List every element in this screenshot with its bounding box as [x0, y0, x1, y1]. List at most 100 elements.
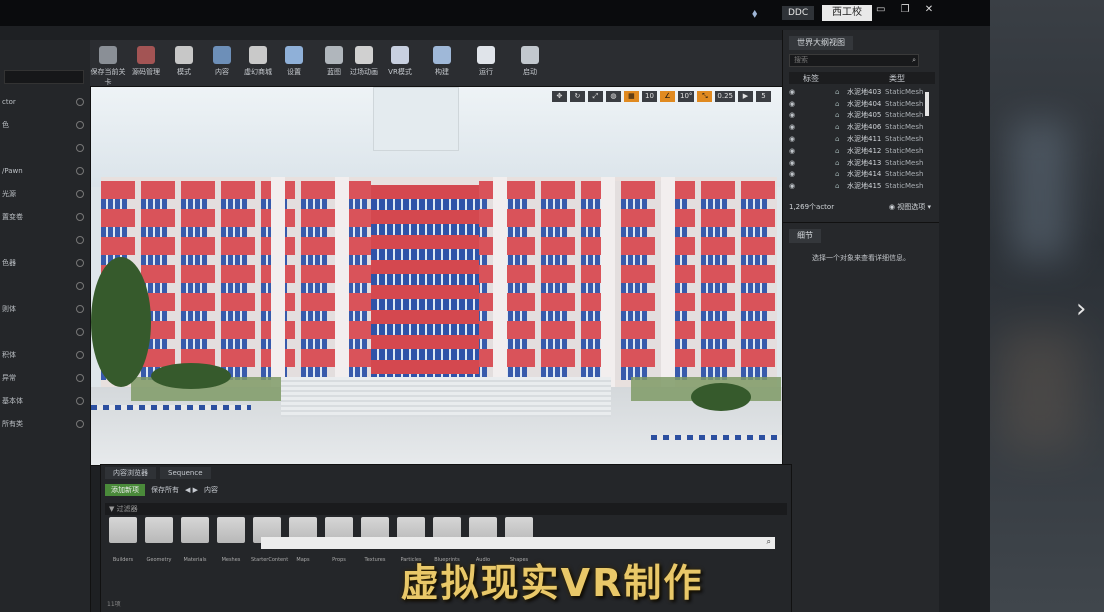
camera-speed-icon[interactable]: ▶: [738, 91, 753, 102]
modes-list-item[interactable]: 所有类: [0, 412, 90, 435]
info-icon: [76, 143, 84, 152]
static-mesh-icon: ⌂: [835, 182, 840, 191]
modes-item-label: 置变卷: [2, 212, 23, 221]
toolbar-save-button[interactable]: 保存当前关卡: [90, 46, 126, 87]
folder-icon[interactable]: [109, 517, 137, 543]
scale-snap-toggle[interactable]: ⤡: [697, 91, 713, 102]
scale-snap-value[interactable]: 0.25: [715, 91, 735, 102]
user-name[interactable]: 西工校: [822, 5, 872, 21]
toolbar-play-button[interactable]: 运行: [468, 46, 504, 77]
search-icon: ⌕: [912, 56, 916, 64]
nav-back-icon[interactable]: ◀ ▶: [185, 486, 198, 494]
outliner-row[interactable]: ◉ ⌂ 水泥地404 StaticMesh: [789, 98, 927, 110]
visibility-eye-icon[interactable]: ◉: [789, 111, 803, 119]
rotation-snap-value[interactable]: 10°: [677, 91, 695, 102]
modes-list-item[interactable]: 异常: [0, 366, 90, 389]
world-local-icon[interactable]: ◍: [605, 91, 621, 102]
path-breadcrumb[interactable]: 内容: [204, 485, 218, 495]
col-label-header[interactable]: 标签: [803, 73, 819, 84]
level-viewport[interactable]: ✥ ↻ ⤢ ◍ ▦ 10 ∠ 10° ⤡ 0.25 ▶ 5: [90, 86, 784, 466]
modes-item-label: 基本体: [2, 396, 23, 405]
modes-search-input[interactable]: [4, 70, 84, 84]
outliner-row[interactable]: ◉ ⌂ 水泥地406 StaticMesh: [789, 121, 927, 133]
modes-list-item[interactable]: [0, 228, 90, 251]
window-controls[interactable]: ▭ ❐ ✕: [876, 4, 939, 15]
outliner-scrollbar[interactable]: [925, 92, 929, 116]
toolbar-content-button[interactable]: 内容: [204, 46, 240, 77]
camera-speed-value[interactable]: 5: [756, 91, 771, 102]
toolbar-cinematics-button[interactable]: 过场动画: [346, 46, 382, 77]
toolbar-build-button[interactable]: 构建: [424, 46, 460, 77]
modes-list-item[interactable]: 积体: [0, 343, 90, 366]
toolbar-modes-button[interactable]: 模式: [166, 46, 202, 77]
actor-type: StaticMesh: [885, 87, 924, 96]
modes-list-item[interactable]: 则体: [0, 297, 90, 320]
visibility-eye-icon[interactable]: ◉: [789, 135, 803, 143]
modes-list-item[interactable]: 光源: [0, 182, 90, 205]
folder-icon[interactable]: [145, 517, 173, 543]
ddc-badge[interactable]: DDC: [782, 6, 815, 20]
notification-icon[interactable]: ⬧: [752, 6, 766, 20]
modes-list-item[interactable]: 色器: [0, 251, 90, 274]
actor-name: 水泥地406: [847, 123, 882, 132]
visibility-eye-icon[interactable]: ◉: [789, 100, 803, 108]
view-options-button[interactable]: ◉ 视图选项 ▾: [889, 202, 931, 212]
toolbar-vr-mode-button[interactable]: VR模式: [382, 46, 418, 77]
modes-list-item[interactable]: /Pawn: [0, 159, 90, 182]
outliner-row[interactable]: ◉ ⌂ 水泥地411 StaticMesh: [789, 133, 927, 145]
modes-list-item[interactable]: 色: [0, 113, 90, 136]
outliner-rows: ◉ ⌂ 水泥地403 StaticMesh ◉ ⌂ 水泥地404 StaticMesh ◉ ⌂ 水泥…: [789, 86, 927, 192]
modes-list-item[interactable]: 置变卷: [0, 205, 90, 228]
folder-icon[interactable]: [181, 517, 209, 543]
translate-icon[interactable]: ✥: [551, 91, 567, 102]
toolbar-launch-button[interactable]: 启动: [512, 46, 548, 77]
toolbar-settings-button[interactable]: 设置: [276, 46, 312, 77]
outliner-row[interactable]: ◉ ⌂ 水泥地413 StaticMesh: [789, 157, 927, 169]
modes-list-item[interactable]: [0, 136, 90, 159]
rotation-snap-toggle[interactable]: ∠: [659, 91, 675, 102]
visibility-eye-icon[interactable]: ◉: [789, 147, 803, 155]
visibility-eye-icon[interactable]: ◉: [789, 123, 803, 131]
visibility-eye-icon[interactable]: ◉: [789, 170, 803, 178]
scale-icon[interactable]: ⤢: [587, 91, 603, 102]
outliner-search-input[interactable]: 搜索 ⌕: [789, 54, 919, 67]
source-control-icon: [137, 46, 155, 64]
rotate-icon[interactable]: ↻: [569, 91, 585, 102]
folder-icon[interactable]: [217, 517, 245, 543]
next-arrow-icon[interactable]: ›: [1076, 296, 1096, 322]
outliner-row[interactable]: ◉ ⌂ 水泥地412 StaticMesh: [789, 145, 927, 157]
col-type-header[interactable]: 类型: [889, 73, 905, 84]
add-new-button[interactable]: 添加新项: [105, 484, 145, 496]
modes-list-item[interactable]: [0, 274, 90, 297]
outliner-row[interactable]: ◉ ⌂ 水泥地403 StaticMesh: [789, 86, 927, 98]
visibility-eye-icon[interactable]: ◉: [789, 88, 803, 96]
toolbar-label: 运行: [479, 68, 493, 76]
modes-list-item[interactable]: 基本体: [0, 389, 90, 412]
filter-button[interactable]: ▼ 过滤器: [105, 503, 787, 515]
build-icon: [433, 46, 451, 64]
info-icon: [76, 304, 84, 313]
outliner-row[interactable]: ◉ ⌂ 水泥地405 StaticMesh: [789, 110, 927, 122]
content-browser-tab[interactable]: Sequence: [160, 467, 211, 479]
toolbar-marketplace-button[interactable]: 虚幻商城: [240, 46, 276, 77]
modes-list-item[interactable]: [0, 320, 90, 343]
tree: [91, 257, 151, 387]
modes-list-item[interactable]: ctor: [0, 90, 90, 113]
info-icon: [76, 166, 84, 175]
asset-search-input[interactable]: ⌕: [261, 537, 775, 549]
outliner-tab[interactable]: 世界大纲视图: [789, 36, 853, 50]
outliner-row[interactable]: ◉ ⌂ 水泥地414 StaticMesh: [789, 169, 927, 181]
content-browser-tab[interactable]: 内容浏览器: [105, 467, 156, 479]
outliner-row[interactable]: ◉ ⌂ 水泥地415 StaticMesh: [789, 180, 927, 192]
modes-item-label: 则体: [2, 304, 16, 313]
save-all-button[interactable]: 保存所有: [151, 485, 179, 495]
grid-snap-value[interactable]: 10: [641, 91, 657, 102]
building-facade: [101, 177, 777, 387]
toolbar-source-control-button[interactable]: 源码管理: [128, 46, 164, 77]
details-tab[interactable]: 细节: [789, 229, 821, 243]
visibility-eye-icon[interactable]: ◉: [789, 182, 803, 190]
info-icon: [76, 235, 84, 244]
modes-item-label: ctor: [2, 97, 16, 106]
visibility-eye-icon[interactable]: ◉: [789, 159, 803, 167]
grid-snap-toggle[interactable]: ▦: [623, 91, 639, 102]
